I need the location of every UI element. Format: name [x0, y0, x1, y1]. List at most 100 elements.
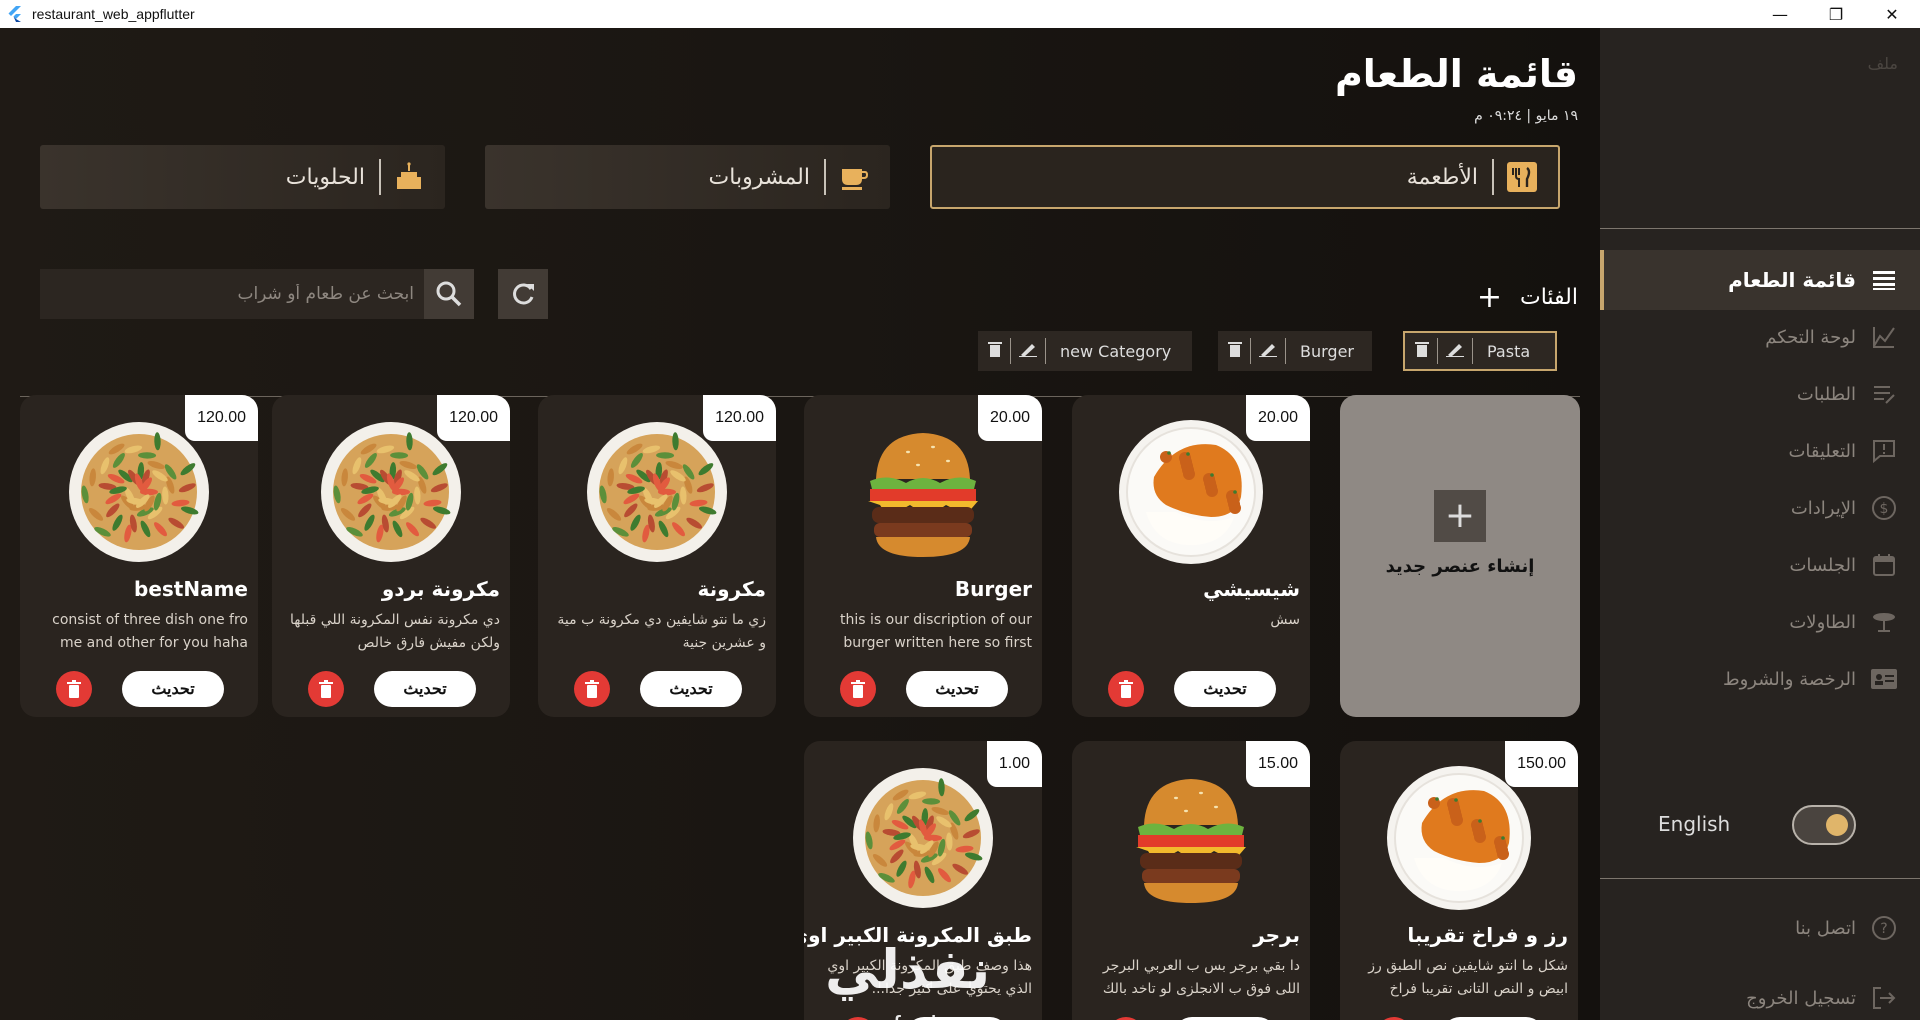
trash-icon [585, 680, 599, 698]
flutter-logo-icon [8, 6, 21, 22]
toggle-knob [1826, 814, 1848, 836]
update-button[interactable]: تحديث [122, 671, 224, 707]
category-chip-pasta[interactable]: Pasta [1403, 331, 1557, 371]
add-category-button[interactable]: + [1477, 280, 1502, 315]
item-price: 120.00 [185, 395, 258, 441]
item-name: برجر [1253, 923, 1300, 947]
search-icon [436, 281, 462, 307]
language-toggle-row: English [1600, 800, 1920, 850]
window-titlebar: restaurant_web_appflutter — ❐ ✕ [0, 0, 1920, 28]
tab-separator [379, 159, 381, 195]
item-price: 15.00 [1245, 741, 1310, 787]
edit-icon[interactable] [1019, 341, 1037, 361]
dish-image [848, 417, 998, 567]
create-item-card[interactable]: + إنشاء عنصر جديد [1340, 395, 1580, 717]
delete-button[interactable] [574, 671, 610, 707]
coffee-cup-icon [838, 161, 870, 193]
search-bar [40, 269, 474, 319]
close-button[interactable]: ✕ [1864, 0, 1920, 28]
cake-icon [393, 161, 425, 193]
item-name: bestName [134, 577, 248, 601]
item-price: 120.00 [437, 395, 510, 441]
sidebar-item-orders[interactable]: الطلبات [1600, 364, 1920, 424]
update-button[interactable]: تحديث [906, 671, 1008, 707]
help-icon: ? [1870, 914, 1898, 942]
delete-button[interactable] [840, 671, 876, 707]
sidebar-item-label: الجلسات [1789, 554, 1856, 576]
calendar-icon [1870, 551, 1898, 579]
dish-image [1116, 763, 1266, 913]
dish-image [1116, 417, 1266, 567]
watermark-logo: نفذلي [825, 938, 991, 1001]
category-name: Pasta [1487, 341, 1531, 361]
tab-food[interactable]: الأطعمة [930, 145, 1560, 209]
item-price: 150.00 [1505, 741, 1578, 787]
sidebar-item-dollar[interactable]: الإيرادات $ [1600, 478, 1920, 538]
sidebar-item-label: تسجيل الخروج [1746, 987, 1856, 1009]
delete-button[interactable] [56, 671, 92, 707]
delete-button[interactable] [308, 671, 344, 707]
item-description: دي مكرونة نفس المكرونة اللي قبلها ولكن م… [290, 612, 500, 651]
edit-icon[interactable] [1259, 341, 1277, 361]
update-button[interactable]: تحديث [1174, 671, 1276, 707]
tab-food-label: الأطعمة [1406, 164, 1478, 190]
language-toggle[interactable] [1792, 805, 1856, 845]
delete-button[interactable] [1108, 671, 1144, 707]
sidebar-item-table[interactable]: الطاولات [1600, 592, 1920, 652]
item-card[interactable]: 15.00 برجر دا بقي برجر بس ب العربي البرجر … [1072, 741, 1310, 1020]
main-content: قائمة الطعام ١٩ مايو | ٠٩:٢٤ م الأطعمة ا… [0, 28, 1600, 1020]
sidebar-item-contact[interactable]: اتصل بنا ? [1600, 898, 1920, 958]
trash-icon[interactable] [988, 341, 1002, 361]
search-button[interactable] [424, 269, 474, 319]
logout-icon [1870, 984, 1898, 1012]
sidebar-divider [1600, 878, 1920, 879]
plus-icon: + [1434, 489, 1486, 542]
trash-icon [319, 680, 333, 698]
svg-text:$: $ [1880, 501, 1889, 517]
sidebar-item-menu-list[interactable]: قائمة الطعام [1600, 250, 1920, 310]
sidebar: ملف قائمة الطعام لوحة التحكم الطلبات التعلي… [1600, 28, 1920, 1020]
create-item-label: إنشاء عنصر جديد [1385, 555, 1535, 577]
trash-icon[interactable] [1415, 341, 1429, 361]
item-card[interactable]: 120.00 مكرونة بردو دي مكرونة نفس المكرونة … [272, 395, 510, 717]
sidebar-item-comment[interactable]: التعليقات [1600, 421, 1920, 481]
trash-icon[interactable] [1228, 341, 1242, 361]
license-icon [1870, 665, 1898, 693]
update-button[interactable]: تحديث [374, 671, 476, 707]
minimize-button[interactable]: — [1752, 0, 1808, 28]
sidebar-item-license[interactable]: الرخصة والشروط [1600, 649, 1920, 709]
table-icon [1870, 608, 1898, 636]
edit-icon[interactable] [1446, 341, 1464, 361]
category-chip-new[interactable]: new Category [978, 331, 1192, 371]
update-button[interactable]: تحديث [640, 671, 742, 707]
tab-desserts[interactable]: الحلويات [40, 145, 445, 209]
tab-separator [824, 159, 826, 195]
item-name: شيسيشي [1203, 577, 1300, 601]
item-card[interactable]: 120.00 bestName consist of three dish one … [20, 395, 258, 717]
item-card[interactable]: 20.00 شيسيشي سش تحديث [1072, 395, 1310, 717]
search-input[interactable] [40, 269, 424, 319]
sidebar-item-label: اتصل بنا [1795, 917, 1856, 939]
sidebar-item-calendar[interactable]: الجلسات [1600, 535, 1920, 595]
item-name: Burger [954, 577, 1032, 601]
category-chip-burger[interactable]: Burger [1218, 331, 1372, 371]
page-title: قائمة الطعام [1334, 52, 1578, 96]
item-description: زي ما نتو شايفين دي مكرونة ب مية و عشرين… [557, 612, 766, 651]
item-description: this is our discription of our burger wr… [840, 612, 1032, 651]
maximize-button[interactable]: ❐ [1808, 0, 1864, 28]
sidebar-top-hint: ملف [1867, 54, 1898, 73]
item-card[interactable]: 120.00 مكرونة زي ما نتو شايفين دي مكرونة ب… [538, 395, 776, 717]
sidebar-item-label: الرخصة والشروط [1722, 668, 1856, 690]
sidebar-item-chart[interactable]: لوحة التحكم [1600, 307, 1920, 367]
trash-icon [851, 680, 865, 698]
fork-knife-icon [1506, 161, 1538, 193]
watermark-url: nafezly.com [862, 1010, 1009, 1020]
comment-icon [1870, 437, 1898, 465]
refresh-icon [513, 283, 534, 305]
item-card[interactable]: 20.00 Burger this is our discription of ou… [804, 395, 1042, 717]
sidebar-item-logout[interactable]: تسجيل الخروج [1600, 968, 1920, 1020]
item-price: 120.00 [703, 395, 776, 441]
item-card[interactable]: 150.00 رز و فراخ تقريبا شكل ما انتو شايفين… [1340, 741, 1578, 1020]
tab-drinks[interactable]: المشروبات [485, 145, 890, 209]
refresh-button[interactable] [498, 269, 548, 319]
